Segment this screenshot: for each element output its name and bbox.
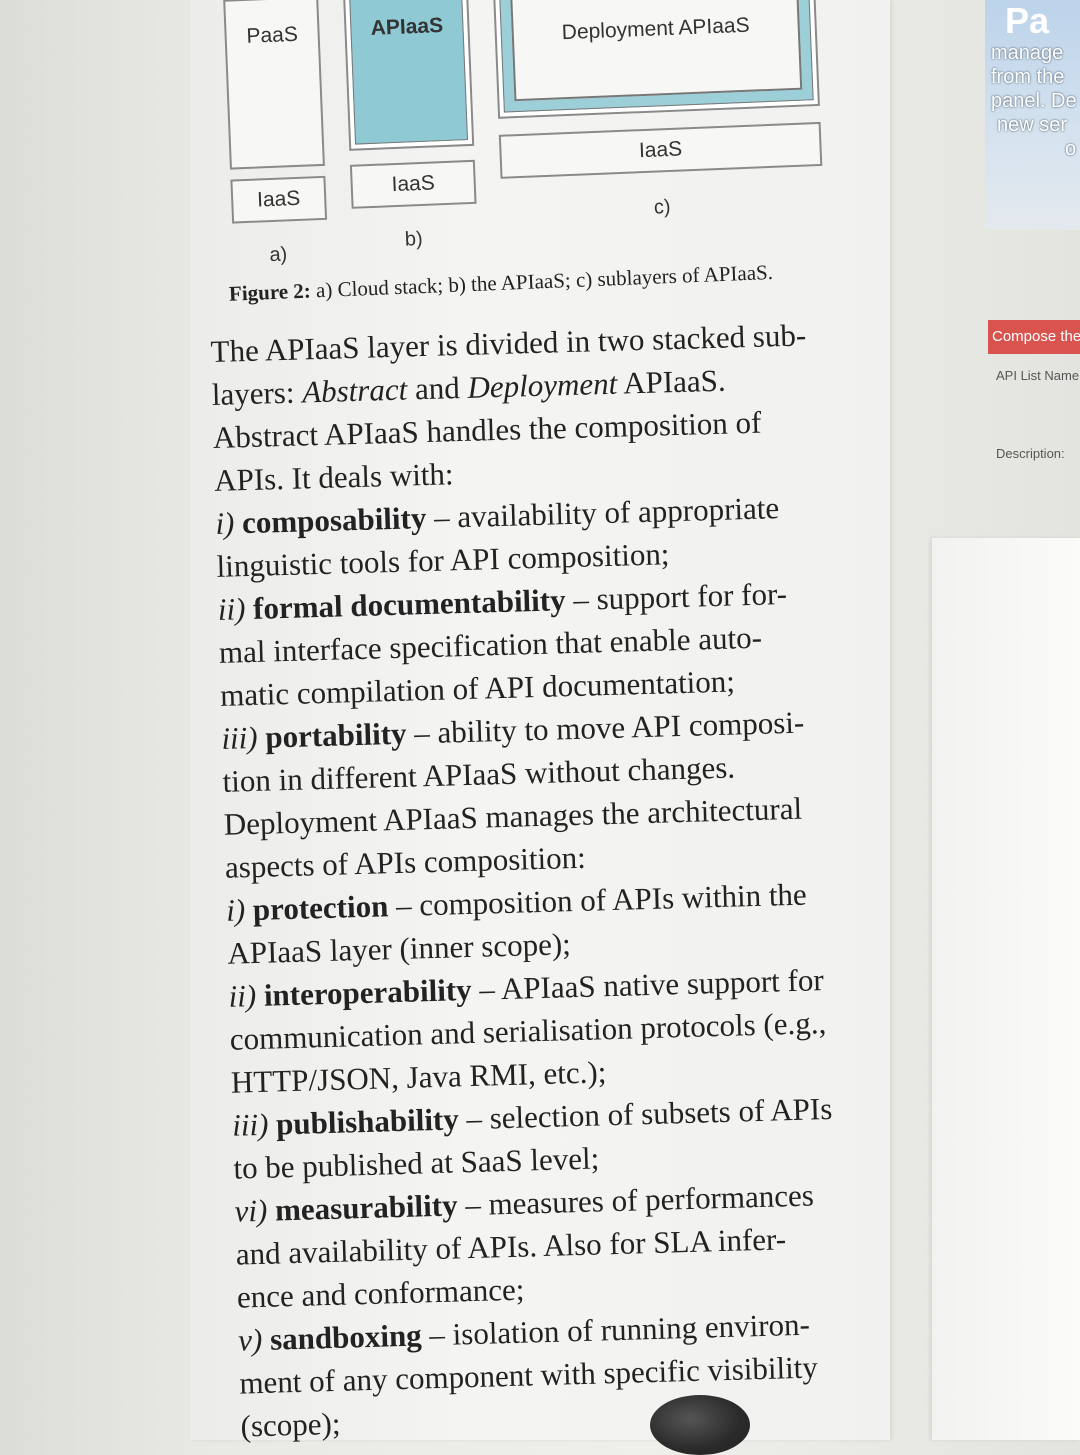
- right-screenshot-panel: Pa manage from the panel. De new ser o: [985, 0, 1080, 230]
- right-line: new ser: [997, 114, 1068, 136]
- poster-page: PaaS IaaS a) APIaaS IaaS b) Deployment A…: [190, 0, 890, 1444]
- item-term: portability: [264, 715, 407, 755]
- item-number: iii): [231, 1106, 269, 1143]
- apiaas-box: APIaaS: [342, 0, 475, 151]
- term-abstract: Abstract: [301, 371, 408, 410]
- paas-label: PaaS: [246, 22, 299, 48]
- item-text: – support for for-: [565, 575, 788, 618]
- paas-box: PaaS: [223, 0, 325, 170]
- text-fragment: APIaaS.: [616, 362, 727, 401]
- term-deployment: Deployment: [466, 365, 618, 405]
- compose-button: Compose the: [988, 320, 1080, 354]
- caption-c: c): [653, 195, 671, 219]
- right-line: from the: [991, 66, 1065, 88]
- figure-caption-text: a) Cloud stack; b) the APIaaS; c) sublay…: [310, 259, 774, 303]
- deployment-fill: Deployment APIaaS: [498, 0, 814, 113]
- right-line: panel. De: [991, 90, 1077, 112]
- item-term: protection: [252, 888, 389, 928]
- item-text: – isolation of running environ-: [421, 1306, 811, 1353]
- caption-b: b): [404, 227, 424, 251]
- iaas-label-b: IaaS: [391, 171, 436, 197]
- item-text: – ability to move API composi-: [406, 704, 805, 751]
- item-text: – composition of APIs within the: [387, 876, 808, 924]
- description-label: Description:: [996, 446, 1065, 461]
- item-number: i): [214, 505, 235, 541]
- item-term: interoperability: [263, 971, 473, 1013]
- item-number: vi): [234, 1192, 268, 1229]
- item-text: – APIaaS native support for: [471, 962, 825, 1007]
- item-text: – measures of performances: [457, 1177, 815, 1223]
- item-term: sandboxing: [269, 1317, 423, 1357]
- item-number: ii): [217, 591, 246, 627]
- iaas-box-c: IaaS: [498, 121, 823, 179]
- item-text: – availability of appropriate: [425, 490, 780, 536]
- item-term: formal documentability: [252, 582, 567, 626]
- item-number: i): [225, 892, 246, 928]
- item-number: ii): [228, 977, 257, 1014]
- api-list-name-label: API List Name: [996, 368, 1080, 383]
- iaas-box-a: IaaS: [230, 175, 328, 224]
- deployment-inner-box: Deployment APIaaS: [509, 0, 803, 102]
- item-term: publishability: [275, 1101, 460, 1142]
- item-term: measurability: [274, 1187, 459, 1228]
- figure-caption-label: Figure 2:: [228, 278, 312, 306]
- right-paper-sheet: [932, 538, 1080, 1440]
- item-number: v): [237, 1321, 263, 1358]
- deployment-apiaas-label: Deployment APIaaS: [561, 13, 751, 45]
- deployment-outer-box: Deployment APIaaS: [492, 0, 820, 119]
- right-heading: Pa: [1005, 0, 1050, 41]
- apiaas-fill: APIaaS: [349, 0, 468, 145]
- caption-a: a): [269, 243, 288, 267]
- cloud-stack-figure: PaaS IaaS a) APIaaS IaaS b) Deployment A…: [184, 0, 897, 341]
- item-number: iii): [220, 719, 259, 756]
- figure-caption: Figure 2: a) Cloud stack; b) the APIaaS;…: [228, 260, 773, 307]
- right-line: o: [1065, 138, 1077, 160]
- finger-shadow: [650, 1395, 750, 1455]
- right-line: manage: [991, 42, 1064, 64]
- item-term: composability: [241, 500, 427, 541]
- text-fragment: and: [406, 369, 468, 407]
- iaas-label-a: IaaS: [256, 186, 301, 212]
- iaas-label-c: IaaS: [638, 137, 683, 163]
- iaas-box-b: IaaS: [349, 159, 477, 209]
- item-text: – selection of subsets of APIs: [458, 1090, 833, 1137]
- apiaas-label: APIaaS: [370, 13, 444, 40]
- body-text: The APIaaS layer is divided in two stack…: [210, 312, 891, 1448]
- text-fragment: layers:: [211, 374, 303, 412]
